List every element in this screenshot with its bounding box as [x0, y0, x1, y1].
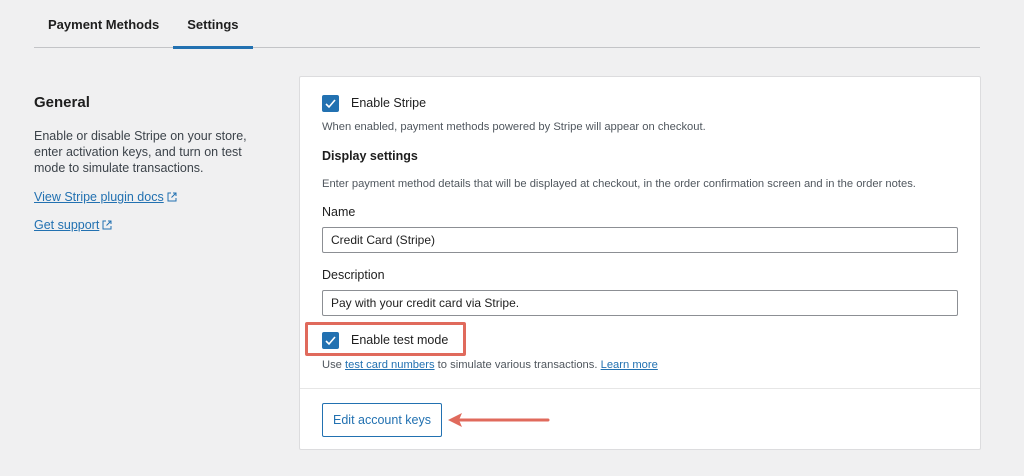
enable-test-mode-label: Enable test mode — [351, 333, 449, 347]
test-mode-help-prefix: Use — [322, 359, 346, 371]
checkmark-icon — [325, 335, 336, 345]
card-divider — [300, 388, 980, 389]
external-link-icon — [167, 192, 177, 202]
test-mode-help-suffix: to simulate various transactions. — [434, 359, 601, 371]
test-mode-help: Use test card numbers to simulate variou… — [322, 358, 960, 372]
description-label: Description — [322, 268, 385, 282]
checkmark-icon — [325, 98, 336, 108]
enable-test-mode-checkbox[interactable] — [322, 331, 339, 349]
arrow-left-icon — [448, 413, 550, 427]
test-card-numbers-link[interactable]: test card numbers — [345, 359, 435, 371]
enable-stripe-checkbox[interactable] — [322, 94, 339, 112]
edit-account-keys-button[interactable]: Edit account keys — [322, 403, 442, 437]
enable-test-mode-row: Enable test mode — [322, 330, 448, 350]
enable-stripe-help: When enabled, payment methods powered by… — [322, 121, 706, 133]
display-settings-title: Display settings — [322, 149, 418, 163]
general-section-intro: General Enable or disable Stripe on your… — [34, 94, 264, 244]
external-link-icon — [102, 220, 112, 230]
get-support-link[interactable]: Get support — [34, 218, 112, 232]
name-input[interactable]: Credit Card (Stripe) — [322, 227, 958, 253]
learn-more-link[interactable]: Learn more — [601, 359, 658, 371]
stripe-docs-link[interactable]: View Stripe plugin docs — [34, 190, 177, 204]
section-title: General — [34, 94, 90, 111]
description-input[interactable]: Pay with your credit card via Stripe. — [322, 290, 958, 316]
tab-settings[interactable]: Settings — [173, 0, 253, 49]
stripe-docs-link-text: View Stripe plugin docs — [34, 190, 164, 204]
tab-payment-methods[interactable]: Payment Methods — [34, 0, 173, 48]
settings-card: Enable Stripe When enabled, payment meth… — [299, 76, 981, 450]
enable-stripe-label: Enable Stripe — [351, 96, 427, 110]
display-settings-help: Enter payment method details that will b… — [322, 178, 916, 190]
enable-stripe-row: Enable Stripe — [322, 93, 426, 113]
section-description: Enable or disable Stripe on your store, … — [34, 129, 247, 175]
name-label: Name — [322, 205, 356, 219]
get-support-link-text: Get support — [34, 218, 100, 232]
settings-tabs: Payment Methods Settings — [34, 0, 980, 49]
